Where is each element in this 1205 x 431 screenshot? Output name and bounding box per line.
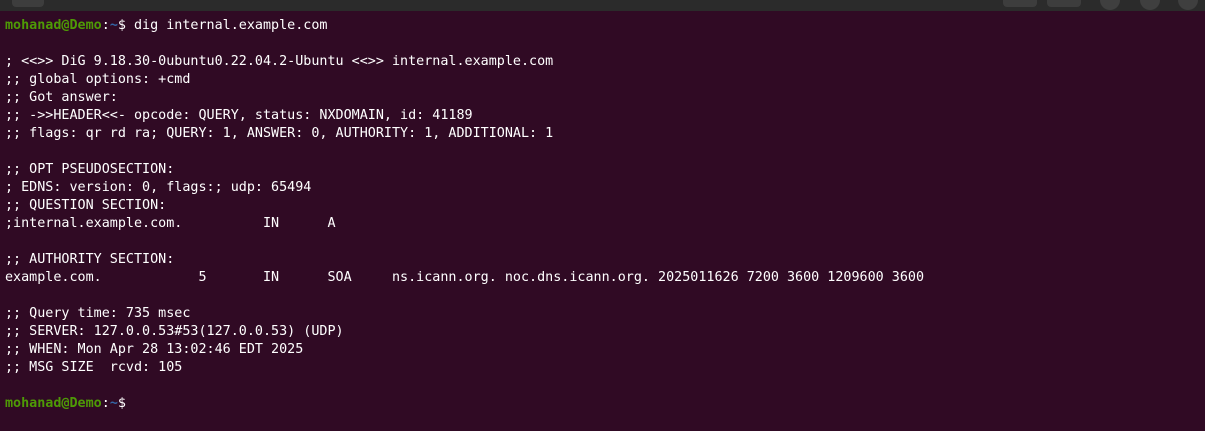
- prompt-user: mohanad@Demo: [5, 18, 102, 33]
- output-line: ; EDNS: version: 0, flags:; udp: 65494: [5, 180, 312, 195]
- output-line: ;internal.example.com. IN A: [5, 216, 336, 231]
- close-icon[interactable]: [1178, 0, 1198, 10]
- prompt-separator: :: [101, 396, 110, 411]
- command-text: dig internal.example.com: [134, 18, 328, 33]
- prompt-separator: :: [101, 18, 110, 33]
- prompt-symbol: $: [117, 18, 134, 33]
- title-bar: [0, 0, 1205, 11]
- output-line: example.com. 5 IN SOA ns.icann.org. noc.…: [5, 270, 925, 285]
- tab-button[interactable]: [12, 0, 44, 7]
- prompt-symbol: $: [117, 396, 134, 411]
- output-line: ;; global options: +cmd: [5, 72, 191, 87]
- output-line: ;; SERVER: 127.0.0.53#53(127.0.0.53) (UD…: [5, 324, 344, 339]
- prompt-path: ~: [109, 396, 118, 411]
- current-prompt-line: mohanad@Demo:~$: [5, 395, 1200, 413]
- prompt-path: ~: [109, 18, 118, 33]
- output-line: ;; Query time: 735 msec: [5, 306, 191, 321]
- minimize-icon[interactable]: [1100, 0, 1120, 10]
- search-button[interactable]: [1003, 0, 1037, 7]
- terminal-output[interactable]: mohanad@Demo:~$ dig internal.example.com…: [5, 17, 1200, 413]
- output-line: ; <<>> DiG 9.18.30-0ubuntu0.22.04.2-Ubun…: [5, 54, 554, 69]
- maximize-icon[interactable]: [1140, 0, 1160, 10]
- prompt-user: mohanad@Demo: [5, 396, 102, 411]
- terminal-window: mohanad@Demo:~$ dig internal.example.com…: [0, 0, 1205, 431]
- output-line: ;; Got answer:: [5, 90, 118, 105]
- menu-button[interactable]: [1047, 0, 1081, 7]
- output-line: ;; OPT PSEUDOSECTION:: [5, 162, 175, 177]
- output-line: ;; ->>HEADER<<- opcode: QUERY, status: N…: [5, 108, 473, 123]
- output-line: ;; flags: qr rd ra; QUERY: 1, ANSWER: 0,…: [5, 126, 554, 141]
- output-line: ;; AUTHORITY SECTION:: [5, 252, 175, 267]
- command-line: mohanad@Demo:~$ dig internal.example.com: [5, 17, 1200, 35]
- output-line: ;; MSG SIZE rcvd: 105: [5, 360, 183, 375]
- output-line: ;; WHEN: Mon Apr 28 13:02:46 EDT 2025: [5, 342, 304, 357]
- output-line: ;; QUESTION SECTION:: [5, 198, 167, 213]
